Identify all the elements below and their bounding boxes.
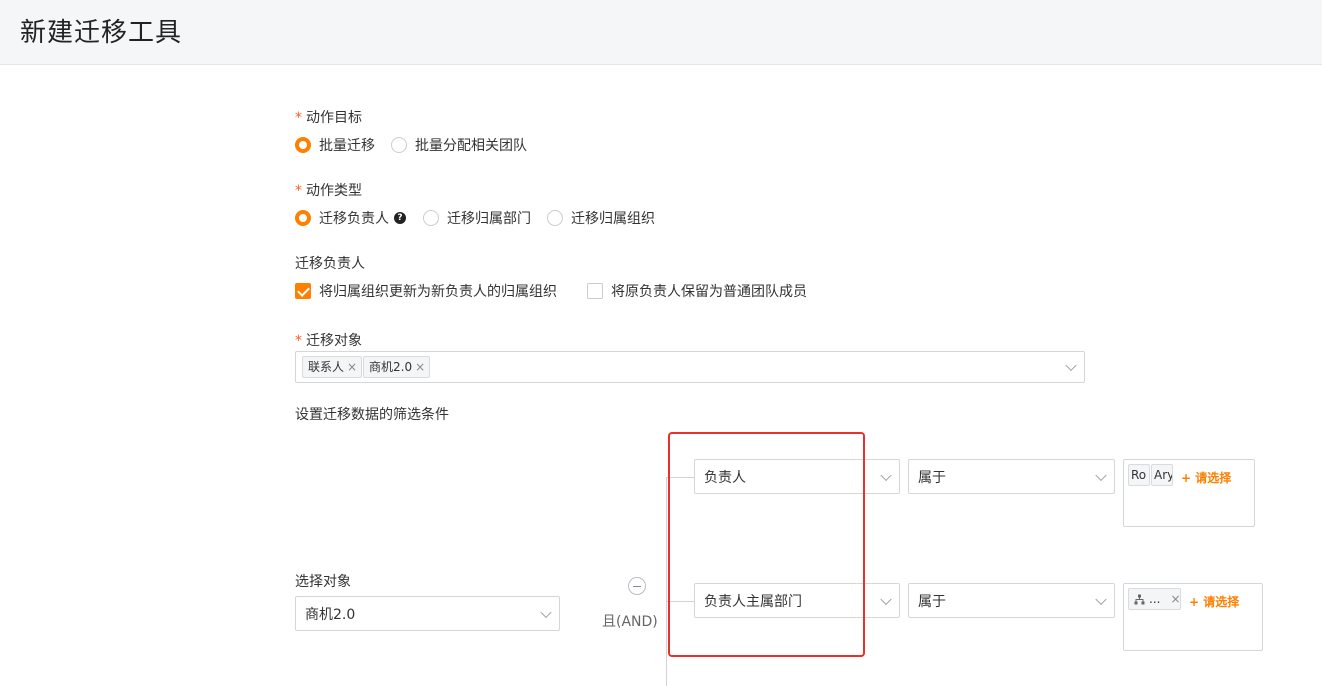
remove-group-icon[interactable]: [628, 577, 646, 595]
tag-label: ...: [1149, 592, 1161, 606]
tag-label: Ro: [1131, 468, 1147, 482]
action-target-label-text: 动作目标: [306, 110, 362, 126]
tag-remove-icon[interactable]: ×: [415, 360, 425, 374]
radio-batch-migrate[interactable]: 批量迁移: [295, 135, 375, 155]
object-tag-contact: 联系人 ×: [302, 356, 363, 378]
radio-selected-indicator: [295, 210, 311, 226]
select-object-value: 商机2.0: [305, 606, 356, 623]
chevron-down-icon: [880, 593, 892, 605]
org-tree-icon: [1134, 594, 1145, 605]
tag-label: 联系人: [308, 360, 345, 374]
logic-and-label: 且(AND): [602, 614, 658, 630]
value-tag: Ary: [1151, 464, 1173, 486]
checkbox-update-org[interactable]: 将归属组织更新为新负责人的归属组织: [295, 281, 557, 301]
object-tag-opportunity: 商机2.0 ×: [363, 356, 431, 378]
value-tag: Ro: [1128, 464, 1150, 486]
action-type-label-text: 动作类型: [306, 183, 362, 199]
checkbox-indicator: [587, 283, 603, 299]
tag-label: Ary: [1154, 468, 1173, 482]
radio-label: 批量分配相关团队: [415, 138, 527, 154]
action-target-label: * 动作目标: [295, 107, 362, 127]
condition-1-value-box[interactable]: Ro Ary + 请选择: [1123, 459, 1255, 527]
highlight-annotation-box: [668, 432, 865, 657]
radio-indicator: [547, 210, 563, 226]
chevron-down-icon: [880, 469, 892, 481]
add-value-link[interactable]: + 请选择: [1181, 469, 1231, 486]
help-icon[interactable]: ?: [394, 212, 406, 224]
radio-batch-assign-team[interactable]: 批量分配相关团队: [391, 135, 527, 155]
radio-migrate-owner[interactable]: 迁移负责人 ?: [295, 208, 406, 228]
radio-migrate-department[interactable]: 迁移归属部门: [423, 208, 531, 228]
condition-operator-value: 属于: [918, 469, 946, 486]
radio-label: 迁移负责人: [319, 211, 389, 227]
radio-label: 迁移归属部门: [447, 211, 531, 227]
action-type-label: * 动作类型: [295, 180, 362, 200]
migrate-objects-label: * 迁移对象: [295, 330, 362, 350]
add-value-link[interactable]: + 请选择: [1189, 593, 1239, 610]
checkbox-label: 将归属组织更新为新负责人的归属组织: [319, 284, 557, 300]
tag-remove-icon[interactable]: ×: [347, 360, 357, 374]
page-header: 新建迁移工具: [0, 0, 1322, 65]
condition-operator-value: 属于: [918, 593, 946, 610]
select-object-dropdown[interactable]: 商机2.0: [295, 596, 560, 631]
chevron-down-icon: [1095, 469, 1107, 481]
condition-2-value-box[interactable]: ... × + 请选择: [1123, 583, 1263, 651]
radio-label: 迁移归属组织: [571, 211, 655, 227]
required-mark: *: [295, 333, 302, 349]
chevron-down-icon: [1095, 593, 1107, 605]
select-object-label: 选择对象: [295, 574, 351, 590]
radio-indicator: [391, 137, 407, 153]
radio-migrate-organization[interactable]: 迁移归属组织: [547, 208, 655, 228]
tree-connector-vertical: [666, 477, 667, 686]
chevron-down-icon: [540, 606, 552, 618]
tag-label: 商机2.0: [369, 360, 413, 374]
required-mark: *: [295, 183, 302, 199]
radio-selected-indicator: [295, 137, 311, 153]
required-mark: *: [295, 110, 302, 126]
checkbox-keep-original-owner[interactable]: 将原负责人保留为普通团队成员: [587, 281, 807, 301]
radio-label: 批量迁移: [319, 138, 375, 154]
filter-section-label: 设置迁移数据的筛选条件: [295, 407, 449, 423]
radio-indicator: [423, 210, 439, 226]
migrate-objects-multiselect[interactable]: 联系人 × 商机2.0 ×: [295, 351, 1085, 383]
department-value-tag: ... ×: [1128, 588, 1181, 610]
chevron-down-icon: [1065, 359, 1077, 372]
migrate-objects-label-text: 迁移对象: [306, 333, 362, 349]
tag-remove-icon[interactable]: ×: [1170, 592, 1180, 606]
page-title: 新建迁移工具: [20, 18, 183, 48]
condition-2-operator-select[interactable]: 属于: [908, 583, 1115, 618]
condition-1-operator-select[interactable]: 属于: [908, 459, 1115, 494]
owner-section-label: 迁移负责人: [295, 256, 365, 272]
checkbox-checked-indicator: [295, 283, 311, 299]
checkbox-label: 将原负责人保留为普通团队成员: [611, 284, 807, 300]
